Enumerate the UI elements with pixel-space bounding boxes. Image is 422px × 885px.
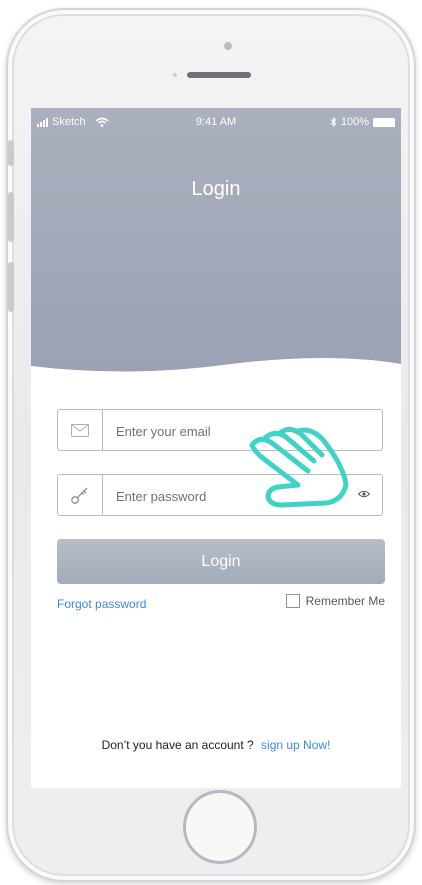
key-icon xyxy=(71,487,88,504)
mail-icon xyxy=(71,423,89,437)
status-bar: Sketch 9:41 AM 100% xyxy=(31,116,401,132)
login-button[interactable]: Login xyxy=(57,539,385,584)
volume-down-button xyxy=(8,262,14,312)
status-right: 100% xyxy=(330,116,395,128)
header-hero: Sketch 9:41 AM 100% Login xyxy=(31,108,401,378)
battery-icon xyxy=(373,117,395,127)
tap-hand-icon xyxy=(249,427,349,508)
hero-background xyxy=(31,108,401,372)
home-button[interactable] xyxy=(183,790,257,864)
page-title: Login xyxy=(191,178,241,200)
bluetooth-icon xyxy=(330,117,337,127)
signup-link[interactable]: sign up Now! xyxy=(261,738,330,752)
remember-me-toggle[interactable]: Remember Me xyxy=(285,594,385,608)
proximity-sensor xyxy=(173,73,177,77)
remember-me-checkbox[interactable] xyxy=(285,594,300,608)
remember-me-label: Remember Me xyxy=(305,594,385,608)
front-camera xyxy=(224,42,232,50)
earpiece-speaker xyxy=(187,72,251,78)
battery-percent: 100% xyxy=(340,116,369,128)
mute-switch xyxy=(8,140,14,166)
forgot-password-link[interactable]: Forgot password xyxy=(57,597,146,611)
volume-up-button xyxy=(8,192,14,242)
password-icon-box xyxy=(58,475,103,515)
signup-question: Don’t you have an account ? xyxy=(101,738,254,752)
signup-prompt: Don’t you have an account ? sign up Now! xyxy=(31,738,401,752)
email-icon-box xyxy=(58,410,103,450)
